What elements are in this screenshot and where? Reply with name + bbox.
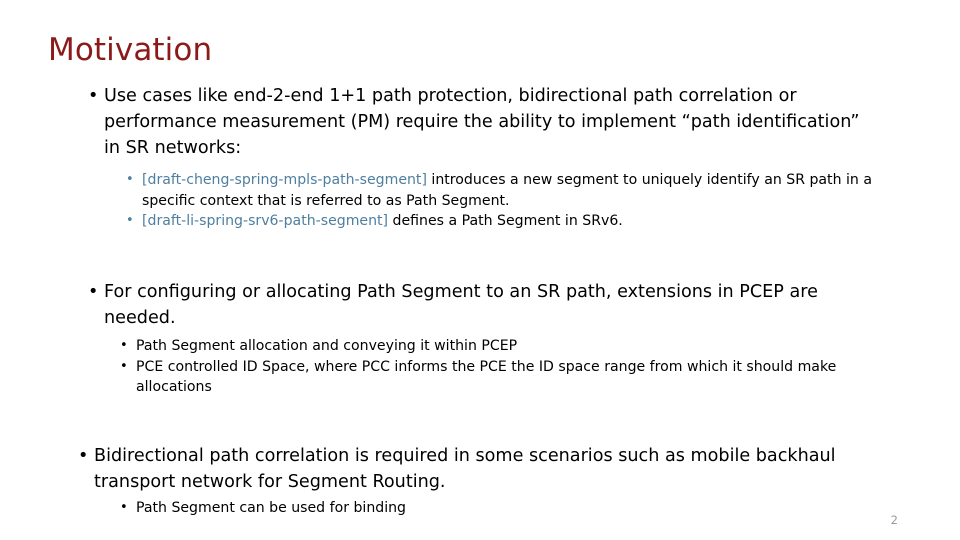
draft-reference-link[interactable]: [draft-li-spring-srv6-path-segment]	[142, 213, 388, 229]
bullet-level2: • [draft-cheng-spring-mpls-path-segment]…	[120, 170, 910, 211]
bullet-block-1: • Use cases like end-2-end 1+1 path prot…	[80, 84, 880, 161]
sub-bullet-block-2: • Path Segment allocation and conveying …	[114, 336, 904, 398]
bullet-level1: • Bidirectional path correlation is requ…	[70, 444, 890, 496]
sub-bullet-block-1: • [draft-cheng-spring-mpls-path-segment]…	[120, 170, 910, 232]
draft-reference-link[interactable]: [draft-cheng-spring-mpls-path-segment]	[142, 172, 427, 188]
page-number: 2	[890, 513, 898, 527]
bullet-dot-icon: •	[78, 446, 89, 466]
sub-bullet-block-3: • Path Segment can be used for binding	[114, 498, 904, 519]
bullet-dot-icon: •	[88, 282, 99, 302]
bullet-level2: • Path Segment allocation and conveying …	[114, 336, 904, 357]
bullet-block-2: • For configuring or allocating Path Seg…	[80, 280, 890, 332]
bullet-dot-icon: •	[88, 86, 99, 106]
page-title: Motivation	[48, 32, 213, 68]
bullet-level1-text: For configuring or allocating Path Segme…	[104, 282, 818, 328]
bullet-level1: • For configuring or allocating Path Seg…	[80, 280, 890, 332]
bullet-level1-text: Use cases like end-2-end 1+1 path protec…	[104, 86, 860, 158]
bullet-dot-icon: •	[120, 338, 128, 353]
bullet-level2: • Path Segment can be used for binding	[114, 498, 904, 519]
bullet-dot-icon: •	[120, 500, 128, 515]
bullet-block-3: • Bidirectional path correlation is requ…	[70, 444, 890, 496]
bullet-level2: • PCE controlled ID Space, where PCC inf…	[114, 357, 904, 398]
bullet-level1-text: Bidirectional path correlation is requir…	[94, 446, 836, 492]
bullet-level2-text: Path Segment can be used for binding	[136, 500, 407, 516]
bullet-level2-text: Path Segment allocation and conveying it…	[136, 338, 518, 354]
slide: Motivation • Use cases like end-2-end 1+…	[0, 0, 960, 540]
bullet-dot-icon: •	[126, 213, 134, 229]
bullet-level2: • [draft-li-spring-srv6-path-segment] de…	[120, 211, 910, 232]
bullet-level1: • Use cases like end-2-end 1+1 path prot…	[80, 84, 880, 161]
bullet-dot-icon: •	[120, 358, 128, 374]
bullet-level2-text: PCE controlled ID Space, where PCC infor…	[136, 358, 837, 396]
bullet-level2-text: defines a Path Segment in SRv6.	[388, 213, 623, 230]
bullet-dot-icon: •	[126, 172, 134, 187]
